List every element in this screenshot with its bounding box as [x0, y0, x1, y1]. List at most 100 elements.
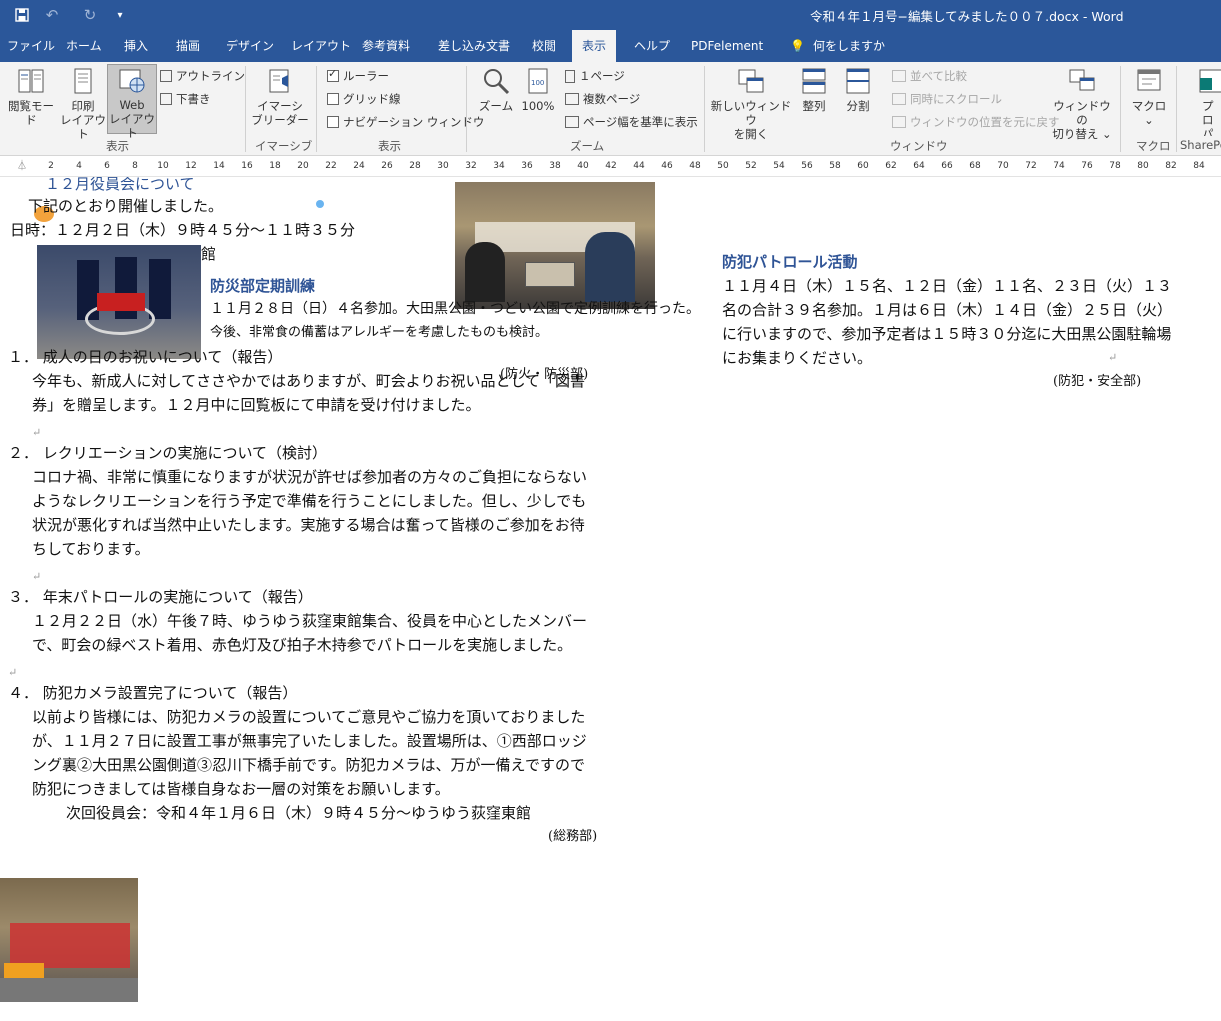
ruler-tick-label: 4 — [76, 161, 82, 171]
side-by-side-label: 並べて比較 — [910, 69, 968, 83]
lightbulb-icon: 💡 — [790, 39, 805, 53]
print-layout-button[interactable]: 印刷 レイアウト — [60, 66, 106, 141]
title-bar: ↶ ↻ ▾ 令和４年１月号−編集してみました００７.docx - Word — [0, 0, 1221, 30]
tab-design[interactable]: デザイン — [222, 30, 278, 62]
tab-home[interactable]: ホーム — [62, 30, 106, 62]
tab-insert[interactable]: 挿入 — [120, 30, 152, 62]
arrange-all-label: 整列 — [802, 99, 826, 113]
tab-draw[interactable]: 描画 — [172, 30, 204, 62]
ruler-tick-label: 74 — [1053, 161, 1065, 171]
undo-icon[interactable]: ↶ — [40, 4, 64, 26]
draft-button[interactable]: 下書き — [160, 90, 211, 108]
item-4-line-1: 以前より皆様には、防犯カメラの設置についてご意見やご協力を頂いておりました — [32, 708, 586, 726]
sharepoint-properties-button[interactable]: プロ パティ — [1182, 66, 1221, 136]
redo-icon[interactable]: ↻ — [78, 4, 102, 26]
split-button[interactable]: 分割 — [840, 66, 876, 136]
multi-page-button[interactable]: 複数ページ — [565, 90, 640, 108]
arrange-all-button[interactable]: 整列 — [796, 66, 832, 136]
group-separator — [704, 66, 705, 152]
meeting-photo — [455, 182, 655, 309]
tab-help[interactable]: ヘルプ — [630, 30, 674, 62]
macros-icon — [1134, 66, 1164, 96]
item-2-line-3: 状況が悪化すれば当然中止いたします。実施する場合は奮って皆様のご参加をお待 — [32, 516, 585, 534]
switch-windows-button[interactable]: ウィンドウの 切り替え ⌄ — [1050, 66, 1114, 141]
tab-references[interactable]: 参考資料 — [358, 30, 414, 62]
read-mode-button[interactable]: 閲覧モード — [3, 66, 59, 136]
tab-file[interactable]: ファイル — [3, 30, 59, 62]
gridlines-check-icon — [327, 93, 339, 105]
nav-pane-check-icon — [327, 116, 339, 128]
macros-label: マクロ — [1131, 99, 1167, 113]
save-icon[interactable] — [10, 4, 34, 26]
paragraph-mark: ↵ — [1108, 351, 1118, 364]
read-mode-label: 閲覧モード — [8, 99, 54, 127]
side-by-side-button[interactable]: 並べて比較 — [892, 67, 967, 85]
web-layout-label-1: Web — [119, 98, 145, 112]
ruler-tick-label: 48 — [689, 161, 701, 171]
ruler-tick-label: 66 — [941, 161, 953, 171]
window-group-label: ウィンドウ — [890, 139, 948, 153]
tab-layout[interactable]: レイアウト — [287, 30, 355, 62]
ruler-tick-label: 46 — [661, 161, 673, 171]
patrol-line-1: １１月４日（木）１５名、１２日（金）１１名、２３日（火）１３ — [722, 277, 1173, 295]
new-window-button[interactable]: 新しいウィンドウ を開く — [710, 66, 792, 141]
tab-review[interactable]: 校閲 — [528, 30, 560, 62]
item-2-line-1: コロナ禍、非常に慎重になりますが状況が許せば参加者の方々のご負担にならない — [32, 468, 588, 486]
read-mode-icon — [16, 66, 46, 96]
web-layout-button[interactable]: Web レイアウト — [107, 64, 157, 140]
disaster-line-1: １１月２８日（日）４名参加。大田黒公園・つどい公園で定例訓練を行った。 — [210, 301, 700, 317]
multi-page-label: 複数ページ — [583, 92, 641, 106]
zoom-button[interactable]: ズーム — [476, 66, 516, 136]
reset-window-button[interactable]: ウィンドウの位置を元に戻す — [892, 113, 1060, 131]
item-4-line-4: 防犯につきましては皆様自身なお一層の対策をお願いします。 — [32, 780, 450, 798]
ruler-checkbox[interactable]: ルーラー — [327, 67, 389, 85]
show-group-label: 表示 — [378, 139, 401, 153]
document-canvas[interactable]: １２月役員会について 下記のとおり開催しました。 日時：１２月２日（木）９時４５… — [0, 177, 1221, 1021]
page-width-button[interactable]: ページ幅を基準に表示 — [565, 113, 698, 131]
ruler-check-icon — [327, 67, 339, 82]
customize-icon[interactable]: ▾ — [108, 4, 132, 26]
nav-pane-checkbox[interactable]: ナビゲーション ウィンドウ — [327, 113, 484, 131]
gridlines-checkbox[interactable]: グリッド線 — [327, 90, 401, 108]
ruler-tick-label: 10 — [157, 161, 169, 171]
ruler-tick-label: 28 — [409, 161, 421, 171]
page-width-label: ページ幅を基準に表示 — [583, 115, 698, 129]
zoom-100-button[interactable]: 100 100% — [518, 66, 558, 136]
sync-scroll-button[interactable]: 同時にスクロール — [892, 90, 1002, 108]
item-1-title: １． 成人の日のお祝いについて（報告） — [8, 348, 283, 366]
ruler-tick-label: 70 — [997, 161, 1009, 171]
one-page-icon — [565, 69, 575, 83]
indent-marker-icon[interactable]: ⏃ — [17, 157, 27, 172]
one-page-button[interactable]: １ページ — [565, 67, 625, 85]
next-meeting-text: 次回役員会：令和４年１月６日（木）９時４５分〜ゆうゆう荻窪東館 — [66, 804, 532, 822]
ruler-tick-label: 38 — [549, 161, 561, 171]
tab-mailings[interactable]: 差し込み文書 — [434, 30, 514, 62]
ruler-tick-label: 78 — [1109, 161, 1121, 171]
nav-pane-label: ナビゲーション ウィンドウ — [343, 115, 485, 129]
magnifier-icon — [481, 66, 511, 96]
tab-pdfelement[interactable]: PDFelement — [687, 30, 767, 62]
paragraph-mark: ↵ — [32, 426, 42, 439]
disaster-line-2: 今後、非常食の備蓄はアレルギーを考慮したものも検討。 — [210, 325, 549, 340]
ruler-tick-label: 58 — [829, 161, 841, 171]
patrol-photo — [0, 878, 138, 1002]
ruler-tick-label: 30 — [437, 161, 449, 171]
immersive-reader-button[interactable]: イマーシ ブリーダー — [250, 66, 310, 136]
horizontal-ruler[interactable]: ⏃ 2 4 6 8 10 12 14 16 18 20 22 24 26 28 30 32 34 36 38 40 42… — [0, 157, 1221, 177]
held-text: 下記のとおり開催しました。 — [28, 197, 224, 215]
ruler-tick-label: 76 — [1081, 161, 1093, 171]
ruler-tick-label: 8 — [132, 161, 138, 171]
ruler-tick-label: 52 — [745, 161, 757, 171]
zoom-group-label: ズーム — [570, 139, 605, 153]
ribbon-tabs: ファイル ホーム 挿入 描画 デザイン レイアウト 参考資料 差し込み文書 校閲… — [0, 30, 1221, 62]
tab-view[interactable]: 表示 — [572, 30, 617, 62]
print-layout-label-2: レイアウト — [60, 113, 106, 141]
macros-button[interactable]: マクロ ⌄ — [1128, 66, 1170, 136]
item-3-title: ３． 年末パトロールの実施について（報告） — [8, 588, 313, 606]
outline-button[interactable]: アウトライン — [160, 67, 245, 85]
drill-photo — [37, 245, 201, 359]
item-4-line-3: ング裏②大田黒公園側道③忍川下橋手前です。防犯カメラは、万が一備えですので — [32, 756, 586, 774]
tell-me-box[interactable]: 💡 何をしますか — [790, 30, 885, 62]
draft-label: 下書き — [176, 92, 211, 106]
reset-window-icon — [892, 116, 906, 128]
